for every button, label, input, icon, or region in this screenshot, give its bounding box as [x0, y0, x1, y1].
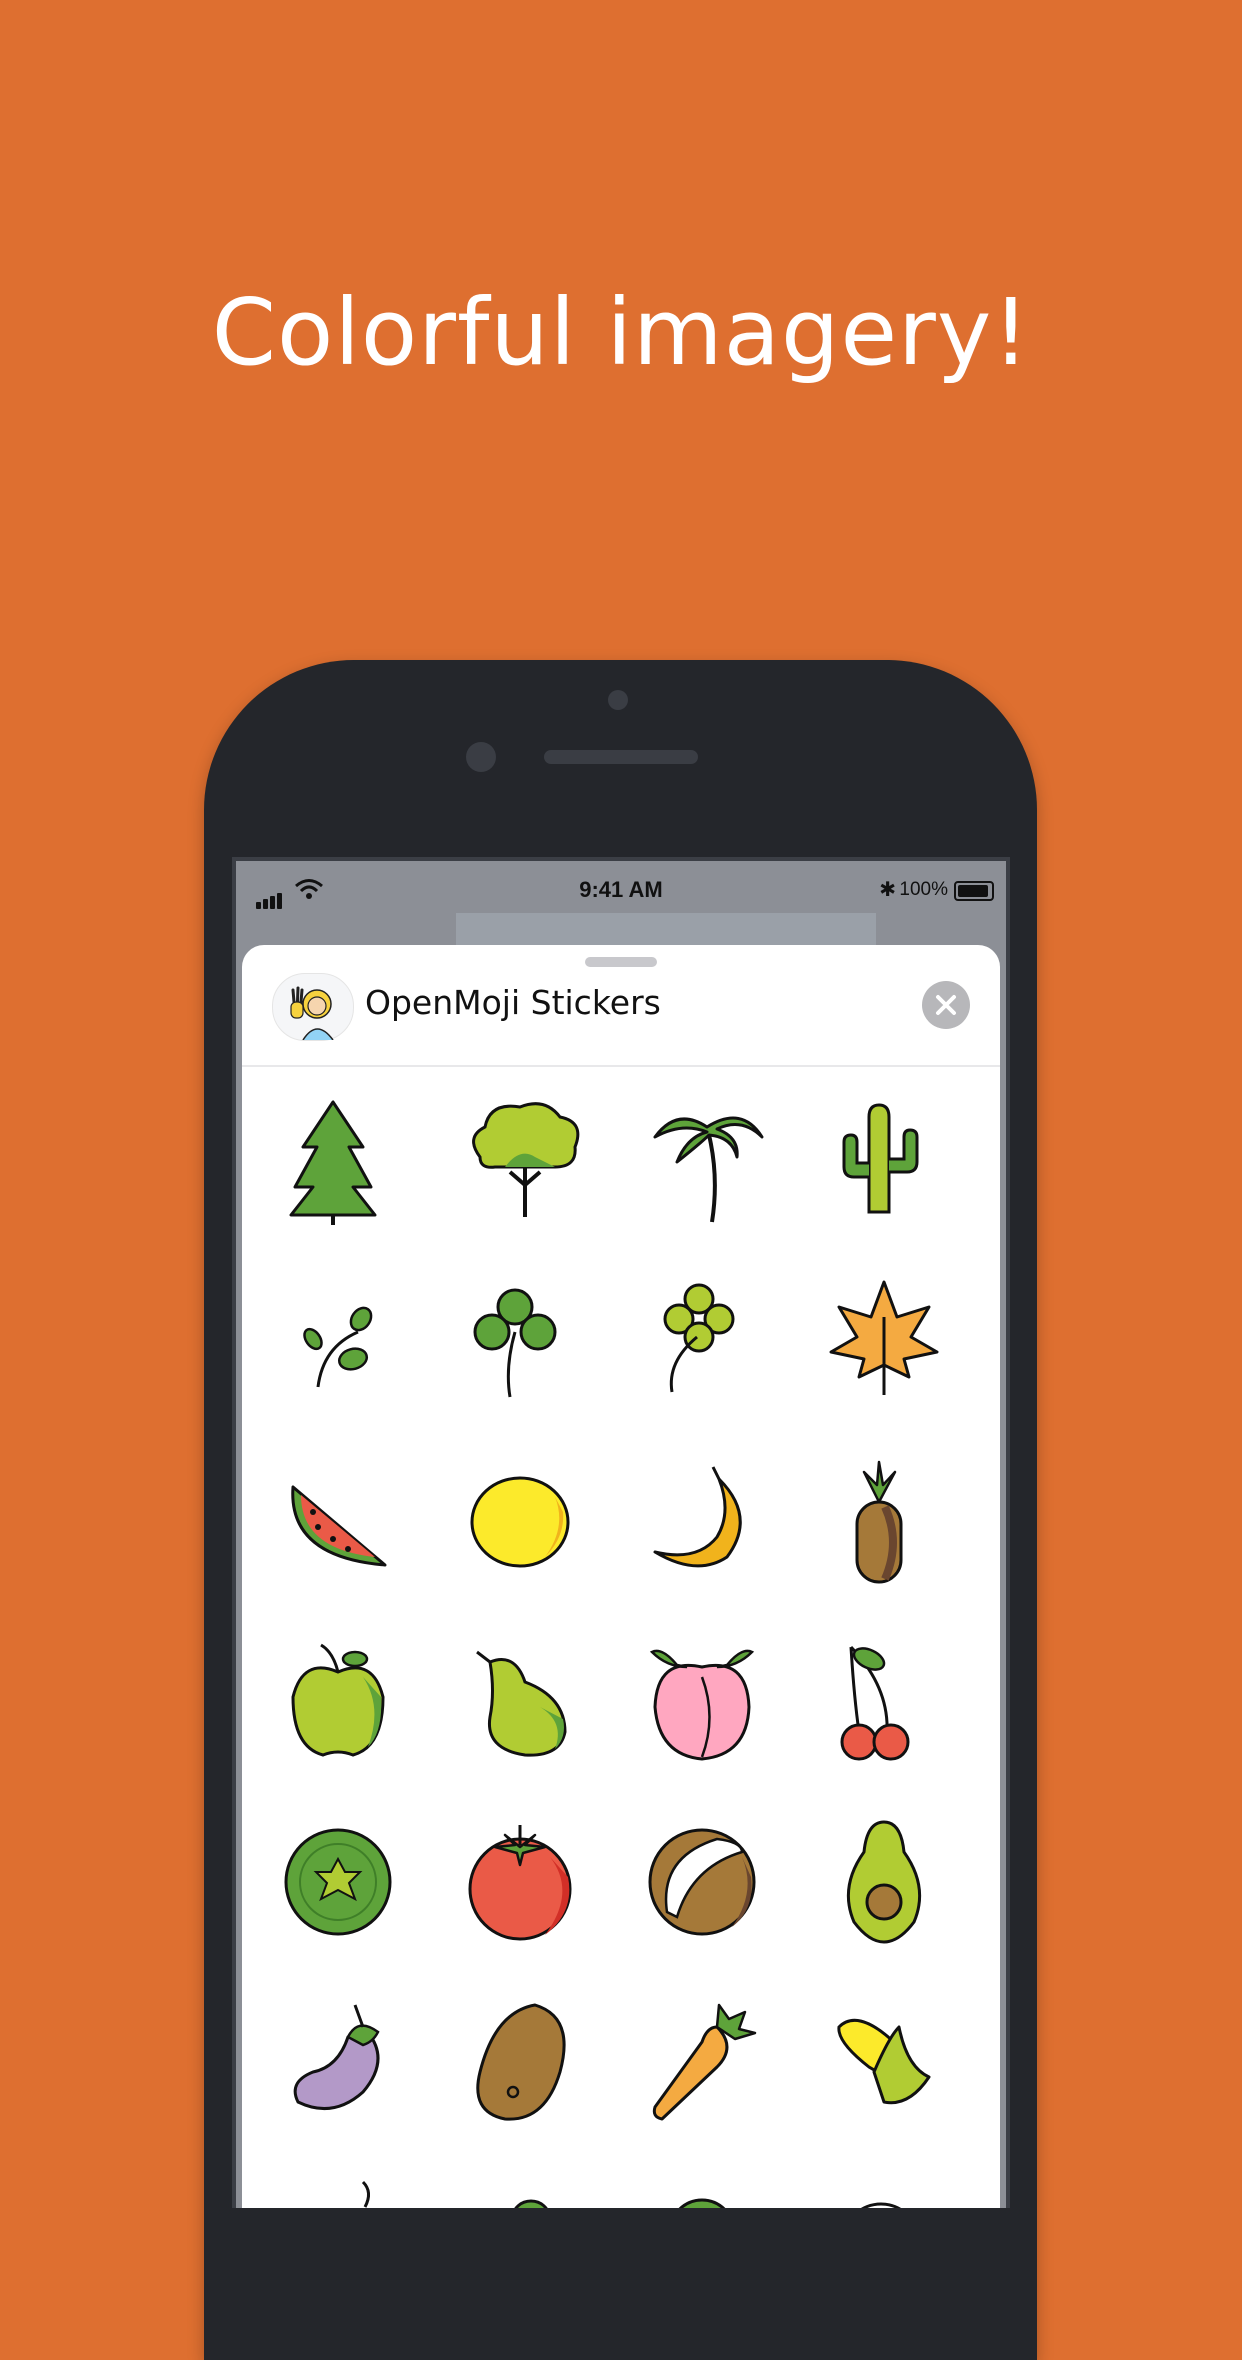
hot-pepper-icon: [361, 2180, 370, 2208]
sticker-coconut[interactable]: [606, 1787, 788, 1967]
sticker-peach[interactable]: [606, 1607, 788, 1787]
sheet-grabber[interactable]: [585, 957, 657, 967]
cactus-icon: [842, 1103, 919, 1214]
corn-icon: [837, 2018, 931, 2105]
watermelon-icon: [291, 1485, 387, 1567]
sticker-pineapple[interactable]: [788, 1427, 970, 1607]
tomato-icon: [468, 1825, 572, 1941]
green-apple-icon: [291, 1643, 385, 1757]
app-icon: [272, 973, 354, 1041]
sticker-palm-tree[interactable]: [606, 1067, 788, 1247]
close-button[interactable]: [922, 981, 970, 1029]
potato-icon: [476, 2003, 566, 2121]
sticker-potato[interactable]: [424, 1967, 606, 2147]
sticker-cactus[interactable]: [788, 1067, 970, 1247]
sticker-partial-1[interactable]: [242, 2147, 424, 2208]
pear-icon: [476, 1650, 567, 1757]
cucumber-icon: [514, 2199, 548, 2208]
shamrock-icon: [473, 1288, 557, 1398]
status-bar: 9:41 AM ✱ 100%: [236, 861, 1006, 917]
battery-percentage: 100%: [899, 879, 948, 900]
sticker-four-leaf-clover[interactable]: [606, 1247, 788, 1427]
kiwi-icon: [284, 1828, 392, 1936]
sticker-herb[interactable]: [242, 1247, 424, 1427]
broccoli-icon: [678, 2198, 726, 2208]
sticker-shamrock[interactable]: [424, 1247, 606, 1427]
sticker-evergreen-tree[interactable]: [242, 1067, 424, 1247]
evergreen-tree-icon: [289, 1100, 377, 1225]
sheet-title: OpenMoji Stickers: [365, 983, 661, 1022]
sheet-header: OpenMoji Stickers: [242, 945, 1000, 1067]
coconut-icon: [648, 1828, 756, 1936]
eggplant-icon: [293, 2004, 380, 2110]
palm-tree-icon: [653, 1116, 764, 1223]
headline: Colorful imagery!: [211, 279, 1031, 386]
sticker-partial-4[interactable]: [788, 2147, 970, 2208]
sticker-kiwi[interactable]: [242, 1787, 424, 1967]
sensor-icon: [466, 742, 496, 772]
deciduous-tree-icon: [472, 1102, 580, 1217]
herb-icon: [303, 1306, 373, 1388]
meat-icon: [860, 2202, 902, 2208]
carrot-icon: [652, 2003, 757, 2121]
sticker-tomato[interactable]: [424, 1787, 606, 1967]
sticker-cherries[interactable]: [788, 1607, 970, 1787]
sticker-corn[interactable]: [788, 1967, 970, 2147]
sticker-avocado[interactable]: [788, 1787, 970, 1967]
avocado-icon: [846, 1820, 922, 1944]
sticker-carrot[interactable]: [606, 1967, 788, 2147]
sticker-green-apple[interactable]: [242, 1607, 424, 1787]
sticker-banana[interactable]: [606, 1427, 788, 1607]
sticker-partial-2[interactable]: [424, 2147, 606, 2208]
lemon-icon: [470, 1476, 570, 1568]
sticker-pear[interactable]: [424, 1607, 606, 1787]
peach-icon: [649, 1649, 755, 1761]
sticker-partial-3[interactable]: [606, 2147, 788, 2208]
pineapple-icon: [855, 1460, 903, 1584]
sticker-sheet: OpenMoji Stickers: [242, 945, 1000, 2208]
sticker-deciduous-tree[interactable]: [424, 1067, 606, 1247]
cherries-icon: [840, 1645, 910, 1761]
speaker-grille: [544, 750, 698, 764]
close-icon: [936, 995, 956, 1015]
sticker-eggplant[interactable]: [242, 1967, 424, 2147]
sticker-maple-leaf[interactable]: [788, 1247, 970, 1427]
sticker-lemon[interactable]: [424, 1427, 606, 1607]
phone-screen: 9:41 AM ✱ 100% OpenMoji Stickers: [236, 861, 1006, 2208]
maple-leaf-icon: [829, 1280, 939, 1395]
bluetooth-icon: ✱: [879, 879, 896, 901]
battery-icon: [954, 881, 994, 901]
camera-icon: [608, 690, 628, 710]
banana-icon: [653, 1466, 742, 1568]
sticker-watermelon[interactable]: [242, 1427, 424, 1607]
four-leaf-clover-icon: [663, 1283, 735, 1393]
